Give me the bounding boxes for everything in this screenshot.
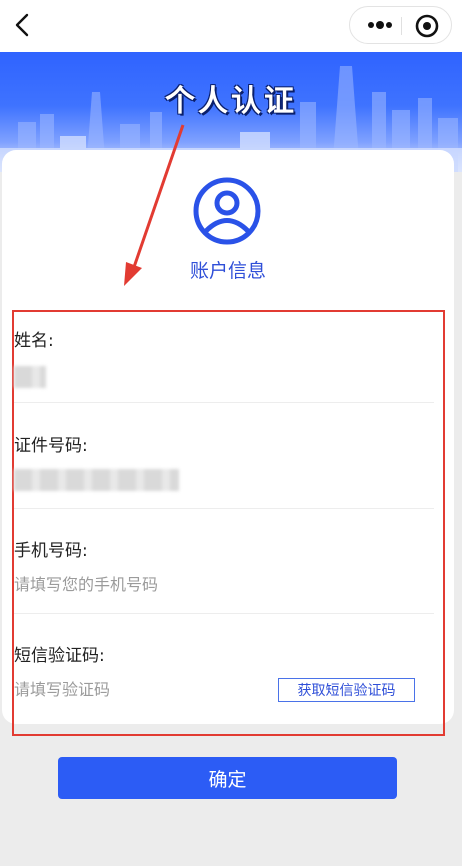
target-circle-icon [415, 14, 439, 38]
form-highlight-box [12, 310, 445, 736]
mini-program-capsule [349, 6, 452, 44]
divider [14, 613, 434, 614]
sms-code-input[interactable] [14, 675, 254, 703]
get-sms-code-button[interactable]: 获取短信验证码 [278, 678, 415, 702]
divider [14, 508, 434, 509]
id-number-value-redacted [14, 469, 179, 491]
back-button[interactable] [8, 10, 38, 40]
confirm-button[interactable]: 确定 [58, 757, 397, 799]
phone-label: 手机号码: [14, 541, 88, 561]
user-avatar-icon [193, 177, 261, 245]
more-dots-icon [368, 21, 392, 29]
id-number-label: 证件号码: [14, 436, 88, 456]
close-mini-program-button[interactable] [410, 9, 444, 43]
page-title: 个人认证 [165, 84, 297, 119]
top-navigation-bar [0, 0, 462, 52]
name-value-redacted [14, 366, 46, 388]
divider [14, 402, 434, 403]
section-title: 账户信息 [189, 260, 266, 282]
chevron-left-icon [15, 13, 29, 37]
sms-code-label: 短信验证码: [14, 646, 105, 666]
phone-input[interactable] [14, 570, 264, 598]
name-label: 姓名: [14, 331, 54, 351]
capsule-divider [401, 17, 402, 35]
more-button[interactable] [360, 7, 400, 43]
